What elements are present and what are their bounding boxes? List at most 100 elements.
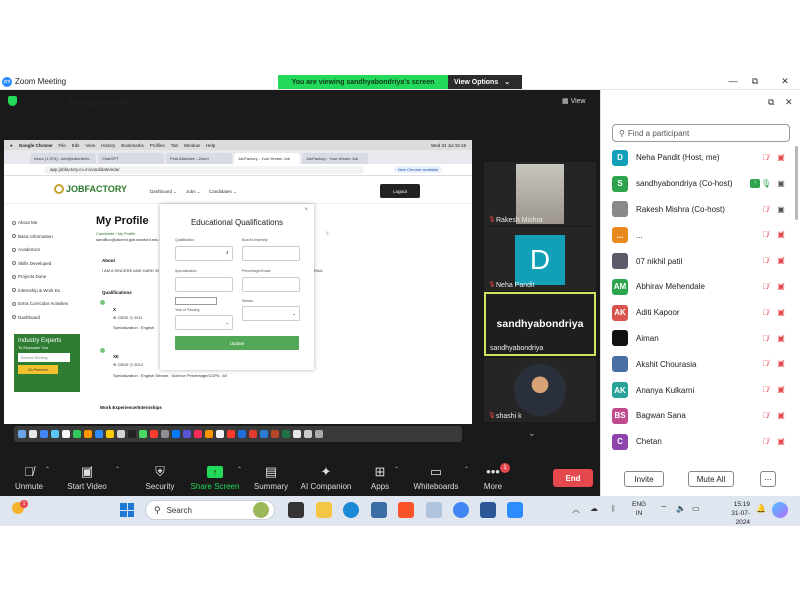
mac-menu-item: Window bbox=[184, 142, 201, 148]
cloud-icon[interactable]: ☁ bbox=[590, 504, 598, 513]
participant-row[interactable]: C Chetan 🎙̸ ▣̸ bbox=[612, 429, 792, 455]
participant-row[interactable]: AK Ananya Kulkarni 🎙̸ ▣̸ bbox=[612, 377, 792, 403]
notification-bell-icon[interactable]: 🔔 bbox=[756, 504, 766, 513]
dock-app-icon bbox=[227, 430, 235, 438]
video-tile[interactable]: 🎙 Rakesh Mishra bbox=[484, 162, 596, 226]
qualification-select: ⇕ bbox=[175, 246, 233, 261]
go-premium-button: Go Premium bbox=[18, 365, 58, 374]
video-off-icon[interactable]: ▣̸ bbox=[776, 359, 786, 368]
participant-row[interactable]: Aiman 🎙̸ ▣̸ bbox=[612, 326, 792, 352]
wifi-icon[interactable]: ⌔ bbox=[660, 504, 668, 514]
field-label: Qualification bbox=[175, 238, 195, 242]
video-on-icon[interactable]: ▣ bbox=[776, 179, 786, 188]
sparkle-icon: ✦ bbox=[320, 464, 332, 479]
file-explorer-icon[interactable] bbox=[316, 502, 332, 518]
video-off-icon[interactable]: ▣̸ bbox=[776, 385, 786, 394]
mic-off-icon[interactable]: 🎙̸ bbox=[761, 334, 770, 343]
participant-row[interactable]: Rakesh Mishra (Co-host) 🎙̸ ▣ bbox=[612, 197, 792, 223]
mic-off-icon[interactable]: 🎙̸ bbox=[761, 153, 770, 162]
participant-row[interactable]: AM Abhirav Mehendale 🎙̸ ▣̸ bbox=[612, 274, 792, 300]
dock-app-icon bbox=[282, 430, 290, 438]
word-icon[interactable] bbox=[480, 502, 496, 518]
document-icon: ▤ bbox=[264, 464, 278, 479]
find-participant-input[interactable] bbox=[627, 128, 778, 138]
video-off-icon[interactable]: ▣̸ bbox=[776, 334, 786, 343]
widget-app-icon[interactable] bbox=[253, 502, 269, 518]
participant-row[interactable]: S sandhyabondriya (Co-host) ↑ 🎙 ▣ bbox=[612, 171, 792, 197]
mic-off-icon[interactable]: 🎙̸ bbox=[761, 230, 770, 239]
taskbar-clock[interactable]: 15:19 31-07-2024 bbox=[724, 500, 750, 527]
dock-app-icon bbox=[128, 430, 136, 438]
chrome-icon[interactable] bbox=[453, 502, 469, 518]
edu-qualifications-modal: × Educational Qualifications Qualificati… bbox=[160, 204, 314, 370]
store-icon[interactable] bbox=[371, 502, 387, 518]
bullet-icon bbox=[12, 315, 16, 320]
dock-app-icon bbox=[194, 430, 202, 438]
tray-overflow-icon[interactable]: ︿ bbox=[572, 504, 580, 515]
mic-off-icon[interactable]: 🎙̸ bbox=[761, 205, 770, 214]
mic-on-icon[interactable]: 🎙 bbox=[761, 179, 771, 188]
popout-icon[interactable]: ⧉ bbox=[768, 97, 774, 108]
more-button[interactable]: ••• More bbox=[458, 464, 528, 491]
dock-app-icon bbox=[238, 430, 246, 438]
mic-off-icon[interactable]: 🎙̸ bbox=[761, 385, 770, 394]
snipping-tool-icon[interactable] bbox=[426, 502, 442, 518]
video-off-icon[interactable]: ▣̸ bbox=[776, 411, 786, 420]
participant-row[interactable]: Akshit Chourasia 🎙̸ ▣̸ bbox=[612, 351, 792, 377]
restore-button[interactable]: ⧉ bbox=[748, 76, 762, 87]
battery-icon[interactable]: ▭ bbox=[692, 504, 700, 513]
avatar: AK bbox=[612, 304, 628, 321]
participant-row[interactable]: D Neha Pandit (Host, me) 🎙̸ ▣̸ bbox=[612, 145, 792, 171]
invite-button[interactable]: Invite bbox=[624, 471, 664, 487]
brave-icon[interactable] bbox=[398, 502, 414, 518]
copilot-icon[interactable] bbox=[772, 502, 788, 518]
participant-row[interactable]: 07 nikhil patil 🎙̸ ▣̸ bbox=[612, 248, 792, 274]
video-off-icon[interactable]: ▣̸ bbox=[776, 256, 786, 265]
participant-row[interactable]: ... ... 🎙̸ ▣̸ bbox=[612, 222, 792, 248]
edge-icon[interactable] bbox=[343, 502, 359, 518]
video-off-icon[interactable]: ▣̸ bbox=[776, 230, 786, 239]
find-participant-box[interactable]: ⚲ bbox=[612, 124, 790, 142]
video-off-icon[interactable]: ▣̸ bbox=[776, 153, 786, 162]
mute-all-button[interactable]: Mute All bbox=[688, 471, 734, 487]
zoom-taskbar-icon[interactable] bbox=[507, 502, 523, 518]
minimize-button[interactable]: — bbox=[726, 76, 740, 86]
start-video-button[interactable]: ▣̸ Start Video ⌃ bbox=[52, 464, 122, 491]
mic-off-icon[interactable]: 🎙̸ bbox=[761, 282, 770, 291]
video-off-icon[interactable]: ▣̸ bbox=[776, 437, 786, 446]
volume-icon[interactable]: 🔈 bbox=[676, 504, 686, 513]
avatar bbox=[612, 330, 628, 347]
dock-app-icon bbox=[271, 430, 279, 438]
end-meeting-button[interactable]: End bbox=[553, 469, 593, 487]
video-off-icon[interactable]: ▣̸ bbox=[776, 282, 786, 291]
windows-start-icon[interactable] bbox=[120, 503, 134, 517]
participant-list-scrollbar[interactable] bbox=[795, 146, 798, 220]
mic-off-icon[interactable]: 🎙̸ bbox=[761, 256, 770, 265]
view-button[interactable]: ▦ View bbox=[562, 97, 586, 105]
mic-off-icon[interactable]: 🎙̸ bbox=[761, 437, 770, 446]
language-indicator[interactable]: ENG IN bbox=[632, 500, 646, 518]
view-options-button[interactable]: View Options ⌄ bbox=[448, 75, 522, 89]
chevron-down-icon: ⌄ bbox=[292, 311, 296, 316]
mic-off-icon[interactable]: 🎙̸ bbox=[761, 308, 770, 317]
bluetooth-icon[interactable]: ᛒ bbox=[611, 504, 616, 513]
participant-row[interactable]: BS Bagwan Sana 🎙̸ ▣̸ bbox=[612, 403, 792, 429]
chevron-down-icon[interactable]: ⌄ bbox=[528, 428, 536, 439]
task-view-icon[interactable] bbox=[288, 502, 304, 518]
video-on-icon[interactable]: ▣ bbox=[776, 205, 786, 214]
mic-off-icon[interactable]: 🎙̸ bbox=[761, 411, 770, 420]
video-tile[interactable]: D 🎙 Neha Pandit bbox=[484, 227, 596, 291]
browser-tab: Post Attendee - Zoom bbox=[166, 153, 232, 164]
video-tile-active-speaker[interactable]: sandhyabondriya sandhyabondriya bbox=[484, 292, 596, 356]
logout-button: Logout bbox=[380, 184, 420, 198]
video-tile[interactable]: 🎙 shashi k bbox=[484, 358, 596, 422]
participant-row[interactable]: AK Aditi Kapoor 🎙̸ ▣̸ bbox=[612, 300, 792, 326]
participants-more-button[interactable]: ⋯ bbox=[760, 471, 776, 487]
field-label: Board/University bbox=[242, 238, 268, 242]
close-icon[interactable]: ✕ bbox=[785, 97, 793, 108]
participant-name: Rakesh Mishra (Co-host) bbox=[636, 204, 725, 214]
weather-widget[interactable]: 1 bbox=[12, 500, 30, 518]
mic-off-icon[interactable]: 🎙̸ bbox=[761, 359, 770, 368]
close-window-button[interactable]: ✕ bbox=[778, 76, 792, 87]
video-off-icon[interactable]: ▣̸ bbox=[776, 308, 786, 317]
